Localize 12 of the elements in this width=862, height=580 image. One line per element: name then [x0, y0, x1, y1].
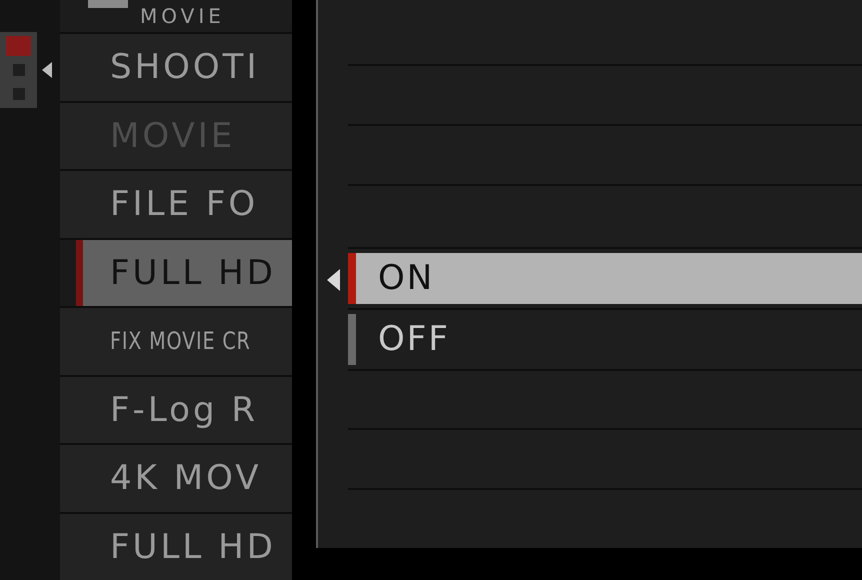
menu-item[interactable]: FIX MOVIE CR	[60, 308, 292, 374]
menu-item[interactable]: 4K MOV	[60, 445, 292, 512]
menu-item[interactable]: FULL HD	[60, 514, 292, 580]
option-item[interactable]: OFF	[348, 314, 862, 365]
left-arrow-icon	[326, 269, 340, 291]
menu-item[interactable]: FILE FO	[60, 171, 292, 238]
option-item[interactable]: ON	[348, 252, 862, 304]
left-arrow-icon	[42, 62, 52, 78]
menu-title: MOVIE	[140, 6, 225, 26]
menu-item[interactable]: F-Log R	[60, 376, 292, 443]
menu-item[interactable]: FULL HD	[76, 240, 292, 306]
menu-item[interactable]: SHOOTI	[60, 34, 292, 100]
